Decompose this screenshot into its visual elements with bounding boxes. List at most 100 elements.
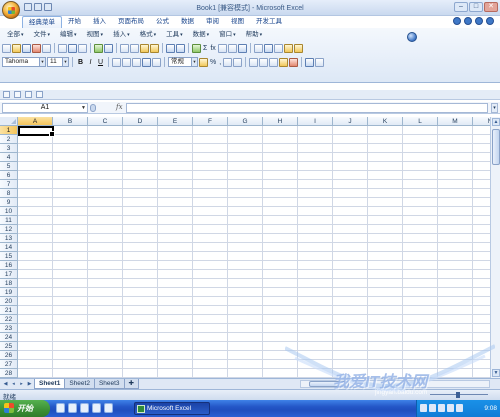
row-header[interactable]: 20: [0, 297, 18, 306]
customize-icon[interactable]: [36, 91, 43, 98]
menu-data[interactable]: 数据▾: [188, 30, 215, 40]
sort-descending-icon[interactable]: [227, 43, 237, 53]
tray-icon[interactable]: [456, 404, 463, 412]
tab-formulas[interactable]: 公式: [150, 16, 175, 28]
next-sheet-icon[interactable]: ▸: [18, 380, 25, 388]
row-header[interactable]: 21: [0, 306, 18, 315]
column-header[interactable]: K: [368, 117, 403, 126]
comma-style-icon[interactable]: ,: [218, 58, 222, 67]
zoom-icon[interactable]: [263, 43, 273, 53]
app-icon[interactable]: [80, 403, 89, 413]
office-button[interactable]: [2, 1, 20, 19]
research-icon[interactable]: [78, 43, 87, 53]
row-header[interactable]: 24: [0, 333, 18, 342]
row-header[interactable]: 13: [0, 234, 18, 243]
bold-button[interactable]: B: [76, 58, 85, 67]
row-header[interactable]: 5: [0, 162, 18, 171]
sheet-tab-2[interactable]: Sheet2: [64, 379, 95, 389]
row-header[interactable]: 1: [0, 126, 18, 135]
tray-icon[interactable]: [420, 404, 427, 412]
scroll-up-icon[interactable]: ▲: [492, 118, 500, 126]
column-header[interactable]: G: [228, 117, 263, 126]
horizontal-scrollbar[interactable]: [300, 380, 490, 388]
row-header[interactable]: 19: [0, 288, 18, 297]
underline-button[interactable]: U: [96, 58, 105, 67]
menu-insert[interactable]: 插入▾: [108, 30, 135, 40]
hyperlink-icon[interactable]: [192, 43, 201, 53]
row-header[interactable]: 9: [0, 198, 18, 207]
app-icon[interactable]: [104, 403, 113, 413]
menu-format[interactable]: 格式▾: [135, 30, 162, 40]
tab-home[interactable]: 开始: [62, 16, 87, 28]
redo-icon[interactable]: [25, 91, 32, 98]
fill-color-icon[interactable]: [279, 57, 289, 67]
formula-input[interactable]: [126, 103, 488, 113]
permission-icon[interactable]: [32, 43, 41, 53]
column-header[interactable]: N: [473, 117, 490, 126]
app-icon[interactable]: [68, 403, 77, 413]
column-header[interactable]: D: [123, 117, 158, 126]
app-icon[interactable]: [92, 403, 101, 413]
font-color-icon[interactable]: [289, 57, 299, 67]
zoom-slider[interactable]: [424, 392, 494, 398]
maximize-button[interactable]: □: [469, 2, 483, 12]
email-icon[interactable]: [42, 43, 51, 53]
row-header[interactable]: 25: [0, 342, 18, 351]
tray-icon[interactable]: [438, 404, 445, 412]
insert-sheet-button[interactable]: ✚: [123, 379, 139, 389]
tab-insert[interactable]: 插入: [87, 16, 112, 28]
tab-classic-menu[interactable]: 经典菜单: [22, 16, 62, 28]
find-icon[interactable]: [315, 57, 325, 67]
menu-window[interactable]: 窗口▾: [214, 30, 241, 40]
borders-icon[interactable]: [269, 57, 279, 67]
row-header[interactable]: 11: [0, 216, 18, 225]
research-book-icon[interactable]: [104, 43, 113, 53]
decrease-indent-icon[interactable]: [249, 57, 259, 67]
select-all-button[interactable]: [0, 117, 18, 126]
row-header[interactable]: 10: [0, 207, 18, 216]
row-header[interactable]: 26: [0, 351, 18, 360]
undo-icon[interactable]: [14, 91, 21, 98]
tab-data[interactable]: 数据: [175, 16, 200, 28]
help-bulb-icon[interactable]: [293, 43, 303, 53]
wrap-text-icon[interactable]: [152, 57, 161, 67]
start-button[interactable]: 开始: [0, 400, 50, 417]
close-button[interactable]: ✕: [484, 2, 498, 12]
row-header[interactable]: 28: [0, 369, 18, 378]
vertical-scrollbar[interactable]: ▲ ▼: [490, 117, 500, 378]
number-format-select[interactable]: 常规 ▼: [168, 57, 198, 67]
folder-icon[interactable]: [283, 43, 293, 53]
ribbon-minimize-icon[interactable]: [464, 17, 472, 25]
name-box[interactable]: A1 ▼: [2, 103, 88, 113]
prev-sheet-icon[interactable]: ◂: [10, 380, 17, 388]
row-header[interactable]: 27: [0, 360, 18, 369]
decrease-decimal-icon[interactable]: [233, 57, 243, 67]
tab-page-layout[interactable]: 页面布局: [112, 16, 150, 28]
column-header[interactable]: H: [263, 117, 298, 126]
undo-icon[interactable]: [166, 43, 175, 53]
column-header[interactable]: C: [88, 117, 123, 126]
column-header[interactable]: F: [193, 117, 228, 126]
align-left-icon[interactable]: [112, 57, 121, 67]
paste-icon[interactable]: [140, 43, 149, 53]
resize-handle[interactable]: [90, 104, 96, 112]
conditional-format-icon[interactable]: [305, 57, 315, 67]
row-header[interactable]: 16: [0, 261, 18, 270]
save-icon[interactable]: [22, 43, 31, 53]
row-header[interactable]: 12: [0, 225, 18, 234]
redo-icon[interactable]: [176, 43, 185, 53]
menu-help[interactable]: 帮助▾: [241, 30, 268, 40]
format-painter-icon[interactable]: [150, 43, 159, 53]
column-header[interactable]: E: [158, 117, 193, 126]
row-header[interactable]: 3: [0, 144, 18, 153]
print-icon[interactable]: [58, 43, 67, 53]
menu-all[interactable]: 全部▾: [2, 30, 29, 40]
tab-review[interactable]: 审阅: [200, 16, 225, 28]
scroll-down-icon[interactable]: ▼: [492, 369, 500, 377]
sheet-tab-1[interactable]: Sheet1: [34, 379, 66, 389]
ribbon-restore-icon[interactable]: [475, 17, 483, 25]
font-size-select[interactable]: 11 ▼: [47, 57, 69, 67]
menu-file[interactable]: 文件▾: [29, 30, 56, 40]
cut-icon[interactable]: [120, 43, 129, 53]
help-icon[interactable]: [453, 17, 461, 25]
